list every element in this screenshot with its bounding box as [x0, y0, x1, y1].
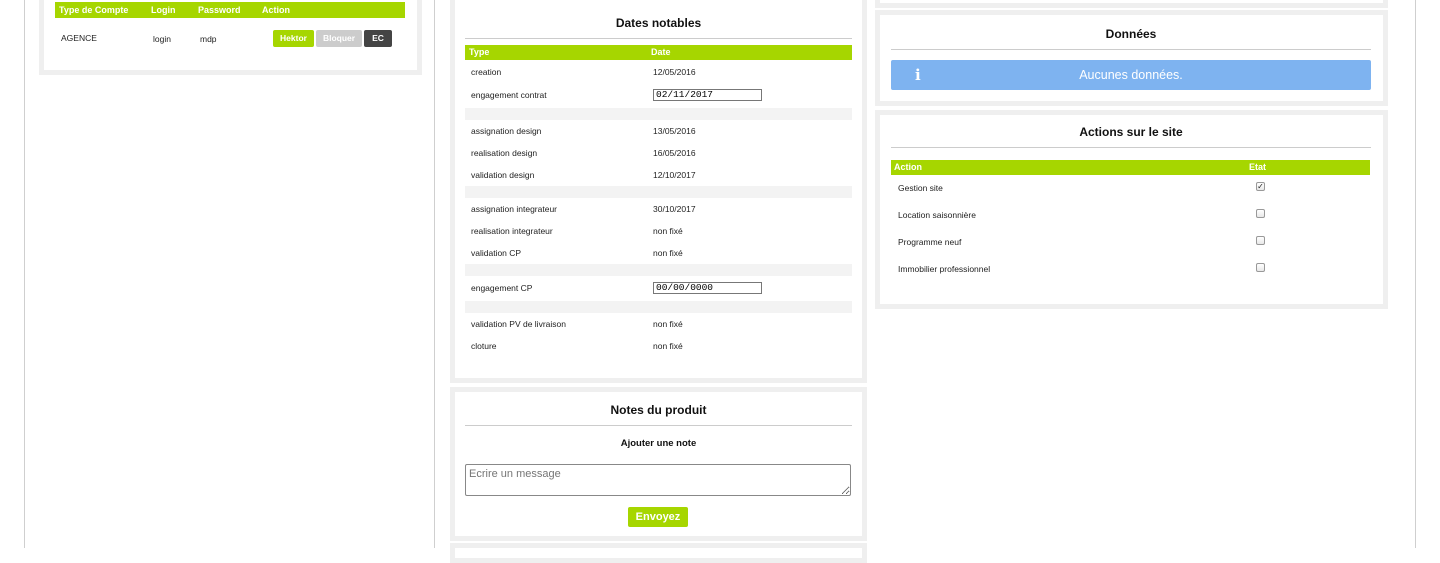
send-note-button[interactable]: Envoyez	[628, 507, 688, 527]
notes-panel: Notes du produit Ajouter une note Envoye…	[450, 387, 867, 541]
date-value: 12/10/2017	[653, 170, 696, 180]
col-action: Action	[262, 5, 290, 15]
col-date: Date	[651, 47, 671, 57]
accounts-panel: Type de Compte Login Password Action AGE…	[39, 0, 422, 75]
note-message-input[interactable]	[465, 464, 851, 496]
donnees-title: Données	[891, 27, 1371, 50]
date-type: cloture	[471, 341, 497, 351]
ec-button[interactable]: EC	[364, 30, 392, 47]
date-type: engagement contrat	[471, 90, 547, 100]
date-type: validation CP	[471, 248, 522, 258]
row-separator	[465, 301, 852, 313]
dates-panel: Dates notables Type Date creation 12/05/…	[450, 0, 867, 383]
account-password: mdp	[200, 34, 217, 44]
page-border-left	[24, 0, 25, 548]
date-type: engagement CP	[471, 283, 533, 293]
col-password: Password	[198, 5, 241, 15]
date-value: non fixé	[653, 319, 683, 329]
date-type: assignation design	[471, 126, 542, 136]
no-data-message: Aucunes données.	[1079, 68, 1183, 82]
action-label: Immobilier professionnel	[898, 264, 991, 274]
date-type: assignation integrateur	[471, 204, 558, 214]
date-value: 30/10/2017	[653, 204, 696, 214]
date-type: realisation integrateur	[471, 226, 553, 236]
engagement-contrat-input[interactable]: 02/11/2017	[653, 89, 762, 101]
next-panel-edge	[450, 543, 867, 563]
gestion-site-checkbox[interactable]: ✓	[1256, 182, 1265, 191]
page-border-right	[1415, 0, 1416, 548]
action-label: Programme neuf	[898, 237, 962, 247]
programme-neuf-checkbox[interactable]	[1256, 236, 1265, 245]
account-type: AGENCE	[61, 33, 97, 43]
row-separator	[465, 264, 852, 276]
donnees-panel: Données i Aucunes données.	[875, 10, 1388, 106]
dates-title: Dates notables	[465, 16, 852, 39]
date-type: creation	[471, 67, 502, 77]
actions-panel: Actions sur le site Action Etat Gestion …	[875, 110, 1388, 309]
action-label: Location saisonnière	[898, 210, 976, 220]
date-value: non fixé	[653, 226, 683, 236]
col-type: Type	[469, 47, 490, 57]
date-value: non fixé	[653, 248, 683, 258]
accounts-table-header: Type de Compte Login Password Action	[55, 2, 405, 18]
actions-table-header: Action Etat	[891, 160, 1370, 175]
info-icon: i	[915, 66, 921, 84]
date-value: non fixé	[653, 341, 683, 351]
bloquer-button[interactable]: Bloquer	[316, 30, 362, 47]
notes-title: Notes du produit	[465, 403, 852, 426]
col-type-compte: Type de Compte	[59, 5, 129, 15]
date-value: 13/05/2016	[653, 126, 696, 136]
col-etat: Etat	[1249, 162, 1267, 172]
col-login: Login	[151, 5, 176, 15]
date-value: 16/05/2016	[653, 148, 696, 158]
dates-table-body: creation 12/05/2016 engagement contrat 0…	[465, 60, 852, 360]
hektor-button[interactable]: Hektor	[273, 30, 314, 47]
actions-title: Actions sur le site	[891, 125, 1371, 148]
date-type: validation PV de livraison	[471, 319, 566, 329]
column-divider	[434, 0, 435, 548]
top-right-panel-edge	[875, 0, 1388, 8]
engagement-cp-input[interactable]: 00/00/0000	[653, 282, 762, 294]
col-action: Action	[894, 162, 922, 172]
date-value: 12/05/2016	[653, 67, 696, 77]
notes-subtitle: Ajouter une note	[620, 438, 697, 449]
location-saisonniere-checkbox[interactable]	[1256, 209, 1265, 218]
date-type: realisation design	[471, 148, 538, 158]
dates-table-header: Type Date	[465, 45, 852, 60]
no-data-alert: i Aucunes données.	[891, 60, 1371, 90]
account-login: login	[153, 34, 171, 44]
row-separator	[465, 186, 852, 198]
row-separator	[465, 108, 852, 120]
date-type: validation design	[471, 170, 535, 180]
immobilier-professionnel-checkbox[interactable]	[1256, 263, 1265, 272]
action-label: Gestion site	[898, 183, 943, 193]
